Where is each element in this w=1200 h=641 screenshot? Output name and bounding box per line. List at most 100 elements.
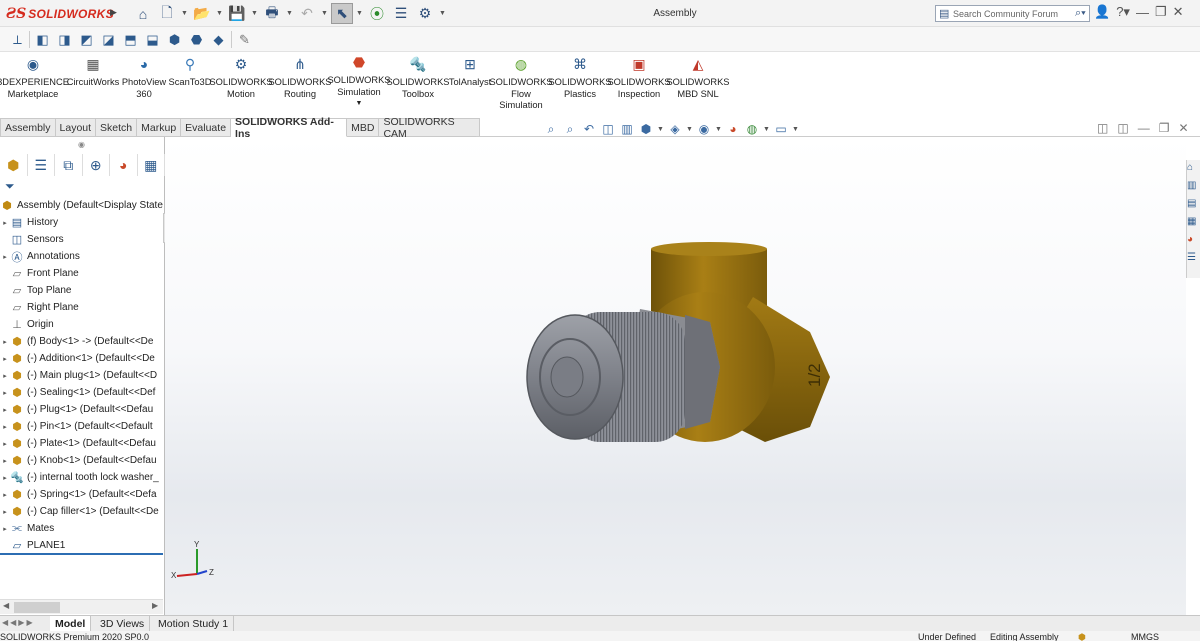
featuremanager-tree-icon[interactable]: ⬢ — [0, 154, 28, 176]
expand-icon[interactable]: ▸ — [0, 491, 10, 499]
appearances-icon[interactable]: ◕ — [1187, 234, 1200, 250]
doc-maximize-icon[interactable]: ❐ — [1159, 121, 1170, 135]
tree-item-plug[interactable]: ▸ ⬢ (-) Plug<1> (Default<<Defau — [0, 401, 165, 418]
tab-motion-study-1[interactable]: Motion Study 1 — [153, 616, 235, 632]
scroll-left-icon[interactable]: ◀ — [3, 601, 9, 610]
expand-icon[interactable]: ▸ — [0, 219, 10, 227]
open-dropdown-icon[interactable]: ▼ — [215, 10, 224, 17]
tree-item-spring[interactable]: ▸ ⬢ (-) Spring<1> (Default<<Defa — [0, 486, 165, 503]
triad-icon[interactable]: ⟂ — [8, 30, 27, 49]
expand-icon[interactable]: ▸ — [0, 508, 10, 516]
menu-expand-icon[interactable]: ▶ — [110, 7, 117, 18]
hide-show-dropdown-icon[interactable]: ▼ — [715, 121, 722, 137]
zoom-to-fit-icon[interactable]: ⌕ — [543, 121, 559, 137]
left-view-icon[interactable]: ◩ — [77, 30, 96, 49]
view-orientation-icon[interactable]: ⬢ — [638, 121, 654, 137]
graphics-area[interactable]: 1/2 Y X Z — [165, 137, 1186, 615]
tree-item-mates[interactable]: ▸ ⫘ Mates — [0, 520, 165, 537]
file-explorer-icon[interactable]: ▤ — [1187, 198, 1200, 214]
tree-item-sealing[interactable]: ▸ ⬢ (-) Sealing<1> (Default<<Def — [0, 384, 165, 401]
command-circuitworks[interactable]: ▦ CircuitWorks — [66, 55, 120, 89]
expand-icon[interactable]: ▸ — [0, 457, 10, 465]
expand-icon[interactable]: ▸ — [0, 525, 10, 533]
display-style-dropdown-icon[interactable]: ▼ — [686, 121, 693, 137]
restore-icon[interactable]: ❐ — [1155, 4, 1167, 20]
panel-grip-icon[interactable]: ◉ — [78, 140, 85, 149]
tab-3d-views[interactable]: 3D Views — [95, 616, 151, 632]
front-view-icon[interactable]: ◧ — [33, 30, 52, 49]
tab-evaluate[interactable]: Evaluate — [181, 118, 232, 137]
print-icon[interactable]: 🖶 — [261, 3, 283, 24]
search-community-forum[interactable]: ▤ Search Community Forum ⌕▾ — [935, 5, 1090, 22]
tree-item-annotations[interactable]: ▸ Ⓐ Annotations — [0, 248, 165, 265]
resources-icon[interactable]: ⌂ — [1187, 162, 1200, 178]
tab-nav-arrows-icon[interactable]: ◀◀▶▶ — [2, 618, 35, 627]
tree-item-cap-filler[interactable]: ▸ ⬢ (-) Cap filler<1> (Default<<De — [0, 503, 165, 520]
close-icon[interactable]: ✕ — [1173, 4, 1184, 20]
top-view-icon[interactable]: ⬒ — [121, 30, 140, 49]
tree-item-main-plug[interactable]: ▸ ⬢ (-) Main plug<1> (Default<<D — [0, 367, 165, 384]
tree-item-plate[interactable]: ▸ ⬢ (-) Plate<1> (Default<<Defau — [0, 435, 165, 452]
tab-markup[interactable]: Markup — [137, 118, 182, 137]
expand-icon[interactable]: ▸ — [0, 372, 10, 380]
command-tolanalyst[interactable]: ⊞ TolAnalyst — [446, 55, 494, 89]
view-settings-dropdown-icon[interactable]: ▼ — [792, 121, 799, 137]
help-icon[interactable]: ?▾ — [1116, 4, 1130, 20]
open-folder-icon[interactable]: 📂 — [191, 3, 213, 24]
expand-icon[interactable]: ▸ — [0, 474, 10, 482]
file-properties-icon[interactable]: ☰ — [390, 3, 412, 24]
command-photoview-360[interactable]: ◕ PhotoView 360 — [122, 55, 166, 100]
doc-close-icon[interactable]: ✕ — [1178, 121, 1188, 135]
undo-icon[interactable]: ↶ — [296, 3, 318, 24]
tab-layout[interactable]: Layout — [55, 118, 97, 137]
normal-to-icon[interactable]: ✎ — [235, 30, 254, 49]
dimetric-view-icon[interactable]: ◆ — [209, 30, 228, 49]
solidworks-logo[interactable]: ƧS SOLIDWORKS — [6, 4, 114, 24]
expand-icon[interactable]: ▸ — [0, 406, 10, 414]
command-solidworks-flow-simulation[interactable]: ◍ SOLIDWORKS Flow Simulation — [489, 55, 552, 112]
tree-item-plane1[interactable]: ▱ PLANE1 — [0, 537, 165, 554]
tree-item-knob[interactable]: ▸ ⬢ (-) Knob<1> (Default<<Defau — [0, 452, 165, 469]
section-view-icon[interactable]: ◫ — [600, 121, 616, 137]
tree-root-assembly[interactable]: ⬢ Assembly (Default<Display State — [0, 197, 165, 214]
rebuild-icon[interactable]: ⬢ — [1078, 632, 1086, 641]
search-input[interactable]: Search Community Forum — [953, 9, 1075, 19]
view-orientation-dropdown-icon[interactable]: ▼ — [657, 121, 664, 137]
trimetric-view-icon[interactable]: ⬣ — [187, 30, 206, 49]
doc-restore-right-icon[interactable]: ◫ — [1117, 121, 1128, 135]
filter-icon[interactable]: ⏷ — [5, 179, 15, 194]
doc-minimize-icon[interactable]: — — [1138, 121, 1150, 135]
options-gear-icon[interactable]: ⚙ — [414, 3, 436, 24]
expand-icon[interactable]: ▸ — [0, 355, 10, 363]
print-dropdown-icon[interactable]: ▼ — [285, 10, 294, 17]
save-dropdown-icon[interactable]: ▼ — [250, 10, 259, 17]
tree-item-history[interactable]: ▸ ▤ History — [0, 214, 165, 231]
tree-item-top-plane[interactable]: ▱ Top Plane — [0, 282, 165, 299]
doc-restore-left-icon[interactable]: ◫ — [1097, 121, 1108, 135]
expand-icon[interactable]: ▸ — [0, 440, 10, 448]
isometric-view-icon[interactable]: ⬢ — [165, 30, 184, 49]
display-manager-icon[interactable]: ◕ — [110, 154, 138, 176]
design-library-icon[interactable]: ▥ — [1187, 180, 1200, 196]
horizontal-scrollbar[interactable]: ◀ ▶ — [0, 599, 163, 614]
display-style-icon[interactable]: ◈ — [667, 121, 683, 137]
apply-scene-icon[interactable]: ◍ — [744, 121, 760, 137]
command-solidworks-routing[interactable]: ⋔ SOLIDWORKS Routing — [268, 55, 331, 100]
expand-icon[interactable]: ▸ — [0, 389, 10, 397]
dynamic-annotation-icon[interactable]: ▥ — [619, 121, 635, 137]
view-settings-icon[interactable]: ▭ — [773, 121, 789, 137]
rebuild-traffic-light-icon[interactable]: ⦿ — [366, 3, 388, 24]
scroll-right-icon[interactable]: ▶ — [152, 601, 158, 610]
custom-properties-icon[interactable]: ☰ — [1187, 252, 1200, 268]
user-icon[interactable]: 👤 — [1094, 4, 1110, 20]
expand-icon[interactable]: ▸ — [0, 423, 10, 431]
valve-model[interactable]: 1/2 Y X Z — [165, 137, 1186, 615]
tree-item-front-plane[interactable]: ▱ Front Plane — [0, 265, 165, 282]
command-solidworks-motion[interactable]: ⚙ SOLIDWORKS Motion — [209, 55, 272, 100]
hide-show-items-icon[interactable]: ◉ — [696, 121, 712, 137]
property-manager-icon[interactable]: ☰ — [28, 154, 55, 176]
tab-assembly[interactable]: Assembly — [0, 118, 56, 137]
command-solidworks-inspection[interactable]: ▣ SOLIDWORKS Inspection — [607, 55, 670, 100]
right-view-icon[interactable]: ◪ — [99, 30, 118, 49]
unit-system[interactable]: MMGS — [1131, 632, 1159, 641]
